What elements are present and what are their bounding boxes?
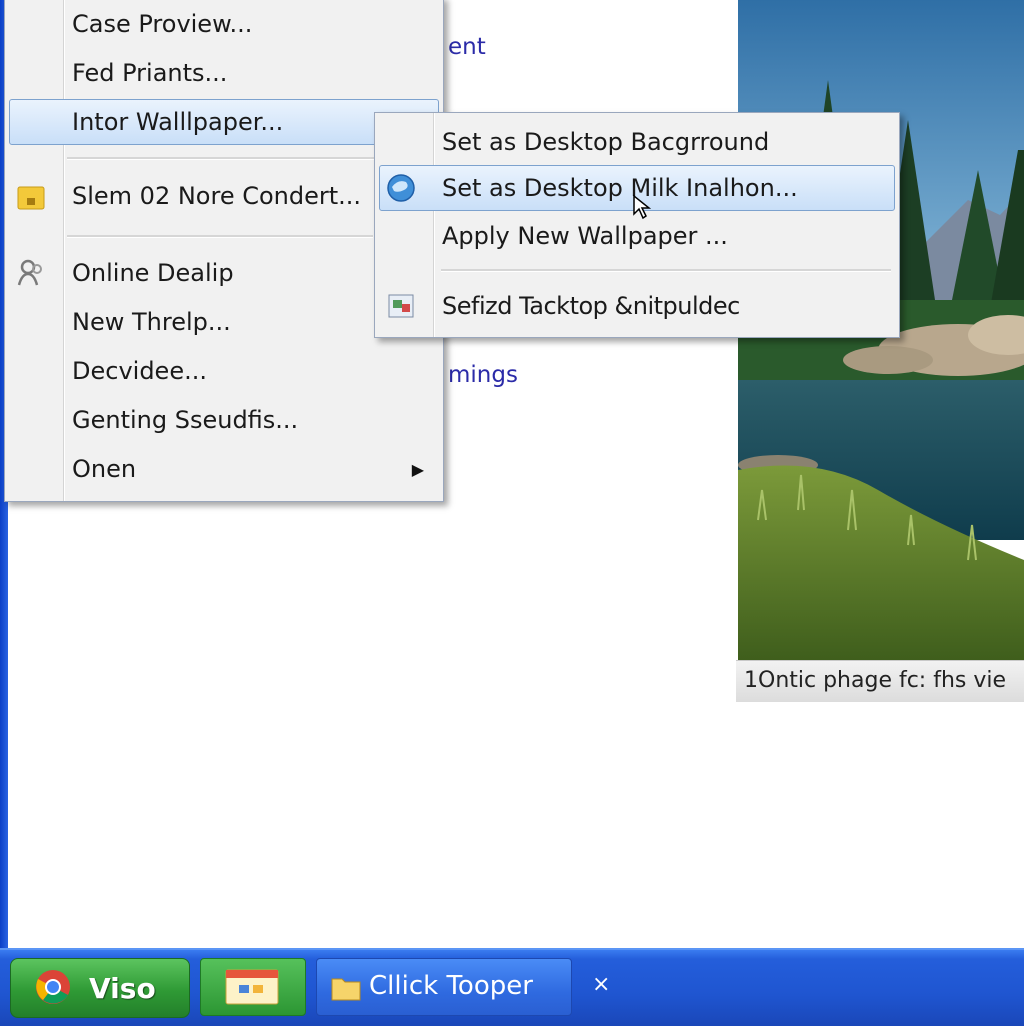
menu-item-label: Onen (72, 455, 137, 483)
globe-icon (387, 174, 415, 202)
chrome-icon (36, 970, 70, 1004)
taskbar-task-button[interactable]: Cllick Tooper (316, 958, 572, 1016)
menu-item-fed-priants[interactable]: Fed Priants... (9, 50, 439, 96)
start-button[interactable]: Viso (10, 958, 190, 1018)
menu-item-label: Case Proview... (72, 10, 253, 38)
submenu-arrow-icon: ▶ (411, 459, 424, 479)
menu-item-decvidee[interactable]: Decvidee... (9, 348, 439, 394)
menu-item-label: Online Dealip (72, 259, 234, 287)
menu-item-label: Slem 02 Nore Condert... (72, 182, 362, 210)
menu-item-label: Intor Walllpaper... (72, 108, 284, 136)
menu-item-label: Apply New Wallpaper ... (442, 222, 728, 250)
folder-icon (331, 978, 361, 1001)
taskbar-task-label: Cllick Tooper (369, 971, 533, 1001)
menu-item-label: Sefizd Tacktop &nitpuldec (442, 292, 740, 320)
people-icon (17, 259, 42, 286)
menu-item-label: Set as Desktop Bacgrround (442, 128, 770, 156)
folder-lock-icon (17, 186, 45, 210)
wallpaper-submenu: Set as Desktop Bacgrround Set as Desktop… (374, 112, 900, 338)
start-button-label: Viso (89, 971, 156, 1005)
menu-item-label: Fed Priants... (72, 59, 228, 87)
menu-item-label: Set as Desktop Milk Inalhon... (442, 174, 798, 202)
taskbar: Viso Cllick Tooper × (0, 948, 1024, 1026)
submenu-item-set-desktop-background[interactable]: Set as Desktop Bacgrround (379, 119, 895, 165)
submenu-item-set-desktop-milk[interactable]: Set as Desktop Milk Inalhon... (379, 165, 895, 220)
menu-item-label: Decvidee... (72, 357, 207, 385)
submenu-item-apply-new-wallpaper[interactable]: Apply New Wallpaper ... (379, 213, 895, 259)
page-link-mid[interactable]: mings (448, 362, 518, 388)
menu-item-label: New Threlp... (72, 308, 231, 336)
page-link-top[interactable]: ent (448, 34, 486, 60)
close-icon[interactable]: × (592, 972, 610, 997)
menu-separator (441, 269, 891, 272)
desktop-settings-icon (388, 294, 414, 318)
submenu-item-desktop-settings[interactable]: Sefizd Tacktop &nitpuldec (379, 283, 895, 329)
menu-item-genting-sseudfis[interactable]: Genting Sseudfis... (9, 397, 439, 443)
folder-window-icon (225, 969, 279, 1005)
menu-item-label: Genting Sseudfis... (72, 406, 299, 434)
photo-caption: 1Ontic phage fc: fhs vie (736, 660, 1024, 702)
taskbar-folder-button[interactable] (200, 958, 306, 1016)
menu-item-onen[interactable]: Onen ▶ (9, 446, 439, 492)
menu-item-case-proview[interactable]: Case Proview... (9, 1, 439, 47)
menu-separator (67, 235, 373, 238)
